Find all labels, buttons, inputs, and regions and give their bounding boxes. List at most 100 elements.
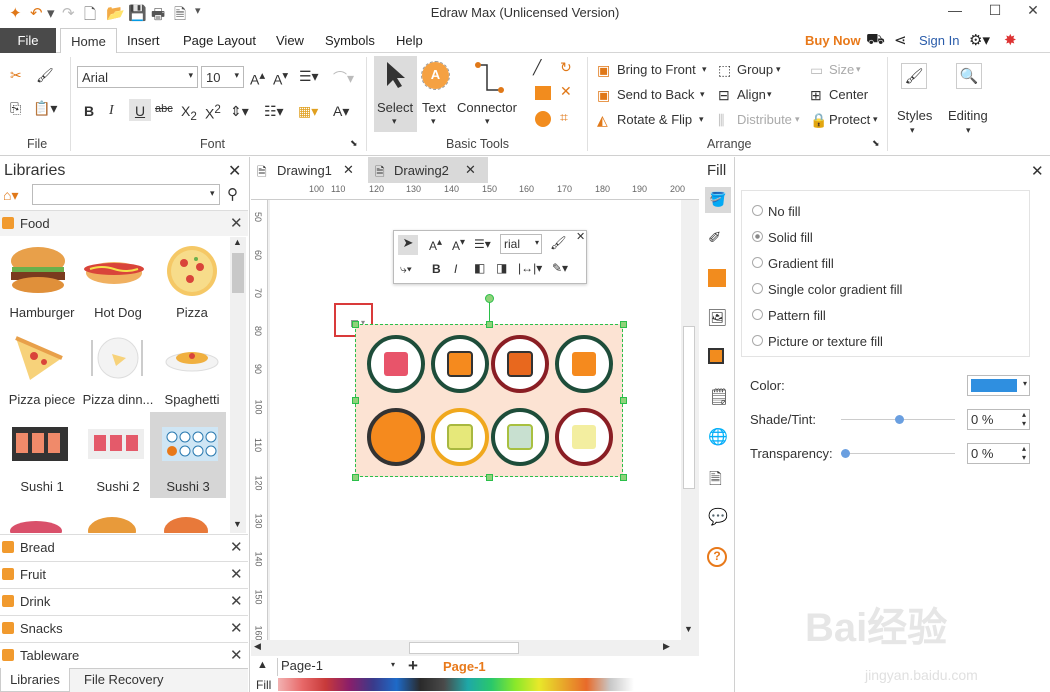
share-icon[interactable]: ⋖ <box>894 31 907 49</box>
undo-dropdown-icon[interactable]: ▾ <box>47 4 55 22</box>
export-icon[interactable]: 🗎 <box>174 4 186 29</box>
close-fill-panel-icon[interactable]: ✕ <box>1031 162 1044 180</box>
bold-icon[interactable]: B <box>84 103 94 119</box>
send-to-back-button[interactable]: Send to Back <box>617 87 694 102</box>
resize-handle[interactable] <box>620 321 627 328</box>
center-button[interactable]: Center <box>829 87 868 102</box>
mini-font-field[interactable]: rial ▾ <box>500 234 542 254</box>
select-tool-button[interactable]: Select ▾ <box>374 56 417 132</box>
close-tab-icon[interactable]: ✕ <box>343 162 354 178</box>
close-category-icon[interactable]: ✕ <box>230 619 243 637</box>
globe-icon[interactable]: 🌐 <box>708 427 728 447</box>
copy-icon[interactable]: ⎘ <box>10 100 21 117</box>
redo-icon[interactable]: ↷ <box>62 4 75 22</box>
chevron-down-icon[interactable]: ▾ <box>702 64 707 75</box>
transparency-slider-track[interactable] <box>841 453 955 454</box>
page-select[interactable]: Page-1 ▾ <box>277 658 397 676</box>
superscript-icon[interactable]: X2 <box>205 103 221 122</box>
scroll-thumb[interactable] <box>232 253 244 293</box>
home-icon[interactable]: ⌂▾ <box>3 187 18 204</box>
align-icon[interactable]: ☰▾ <box>474 237 491 251</box>
cut-icon[interactable]: ✂ <box>10 67 22 84</box>
format-painter-icon[interactable]: 🖌 <box>550 235 567 251</box>
save-icon[interactable]: 💾 <box>128 4 147 22</box>
cross-tool-icon[interactable]: ✕ <box>560 83 572 100</box>
horizontal-scrollbar[interactable]: ◀ ▶ <box>251 640 699 656</box>
scroll-down-icon[interactable]: ▼ <box>233 519 242 529</box>
library-category-food[interactable]: Food ✕ <box>0 210 248 236</box>
library-category-bread[interactable]: Bread ✕ <box>0 534 248 560</box>
format-painter-icon[interactable]: 🖌 <box>36 67 54 84</box>
shape-pizza-piece[interactable]: Pizza piece <box>2 328 75 412</box>
close-window-icon[interactable]: ✕ <box>1018 2 1048 19</box>
close-category-icon[interactable]: ✕ <box>230 565 243 583</box>
decrease-font-icon[interactable]: A▾ <box>273 68 288 88</box>
rectangle-tool-icon[interactable] <box>535 86 551 100</box>
increase-font-icon[interactable]: A▴ <box>250 68 265 88</box>
spinner-icon[interactable]: ▴ ▾ <box>1022 444 1026 462</box>
shape-hamburger[interactable]: Hamburger <box>2 241 75 325</box>
font-color-icon[interactable]: A▾ <box>333 103 349 120</box>
sushi-3-shape[interactable] <box>355 324 623 477</box>
protect-button[interactable]: Protect <box>829 112 870 127</box>
scroll-left-icon[interactable]: ◀ <box>254 641 261 652</box>
shadow-icon[interactable] <box>708 269 726 287</box>
align-icon[interactable]: ☰▾ <box>299 68 319 85</box>
text-tool-button[interactable]: A Text ▾ <box>419 56 453 132</box>
color-picker[interactable]: ▾ <box>967 375 1030 396</box>
comment-icon[interactable]: 💬 <box>708 507 728 527</box>
layer-icon[interactable] <box>708 348 724 364</box>
tab-insert[interactable]: Insert <box>127 33 160 48</box>
tab-view[interactable]: View <box>276 33 304 48</box>
tab-file[interactable]: File <box>0 28 56 53</box>
rotate-flip-button[interactable]: Rotate & Flip <box>617 112 692 127</box>
chevron-down-icon[interactable]: ▾ <box>795 114 800 125</box>
shape-pizza[interactable]: Pizza <box>152 241 224 325</box>
sign-in-link[interactable]: Sign In <box>919 33 959 48</box>
transparency-input[interactable]: 0 % ▴ ▾ <box>967 443 1030 464</box>
chevron-down-icon[interactable]: ▾ <box>699 114 704 125</box>
send-back-icon[interactable]: ◨ <box>496 261 507 275</box>
italic-icon[interactable]: I <box>109 103 114 119</box>
highlight-icon[interactable]: ▦▾ <box>298 103 318 120</box>
new-icon[interactable]: 🗋 <box>84 4 96 29</box>
bring-to-front-button[interactable]: Bring to Front <box>617 62 696 77</box>
decrease-font-icon[interactable]: A▾ <box>452 237 465 253</box>
group-button[interactable]: Group <box>737 62 773 77</box>
resize-handle[interactable] <box>352 321 359 328</box>
tab-libraries[interactable]: Libraries <box>0 668 70 692</box>
library-scrollbar[interactable]: ▲ ▼ <box>230 237 246 533</box>
text-path-icon[interactable]: ⌒▾ <box>333 68 354 88</box>
ellipse-tool-icon[interactable] <box>535 111 551 127</box>
scroll-thumb[interactable] <box>409 642 519 654</box>
shape-pizza-dinner[interactable]: Pizza dinn... <box>78 328 153 412</box>
bring-front-icon[interactable]: ◧ <box>474 261 485 275</box>
increase-font-icon[interactable]: A▴ <box>429 237 442 253</box>
bold-icon[interactable]: B <box>432 262 441 276</box>
resize-handle[interactable] <box>620 474 627 481</box>
tab-page-layout[interactable]: Page Layout <box>183 33 256 48</box>
tab-help[interactable]: Help <box>396 33 423 48</box>
library-search-input[interactable] <box>32 184 220 205</box>
undo-icon[interactable]: ↶ <box>30 4 43 22</box>
bullets-icon[interactable]: ☷▾ <box>264 103 284 120</box>
library-category-snacks[interactable]: Snacks ✕ <box>0 615 248 641</box>
scroll-right-icon[interactable]: ▶ <box>663 641 670 652</box>
buy-now-link[interactable]: Buy Now <box>805 33 861 48</box>
subscript-icon[interactable]: X2 <box>181 103 197 123</box>
close-category-icon[interactable]: ✕ <box>230 646 243 664</box>
resize-handle[interactable] <box>620 397 627 404</box>
chevron-down-icon[interactable]: ▾ <box>776 64 781 75</box>
vertical-scrollbar[interactable]: ▼ <box>681 200 698 638</box>
doc-tab-drawing2[interactable]: 🗎 Drawing2 ✕ <box>368 157 488 183</box>
close-toolbar-icon[interactable]: ✕ <box>576 230 585 243</box>
open-icon[interactable]: 📂 <box>106 4 125 22</box>
tab-file-recovery[interactable]: File Recovery <box>84 672 163 687</box>
font-size-field[interactable]: 10 ▾ <box>201 66 244 88</box>
spinner-icon[interactable]: ▴ ▾ <box>1022 410 1026 428</box>
font-name-field[interactable]: Arial ▾ <box>77 66 198 88</box>
scroll-up-icon[interactable]: ▲ <box>233 237 242 247</box>
connector-style-icon[interactable]: ⤷▾ <box>400 262 412 277</box>
scroll-down-icon[interactable]: ▼ <box>684 624 693 634</box>
italic-icon[interactable]: I <box>454 262 457 276</box>
